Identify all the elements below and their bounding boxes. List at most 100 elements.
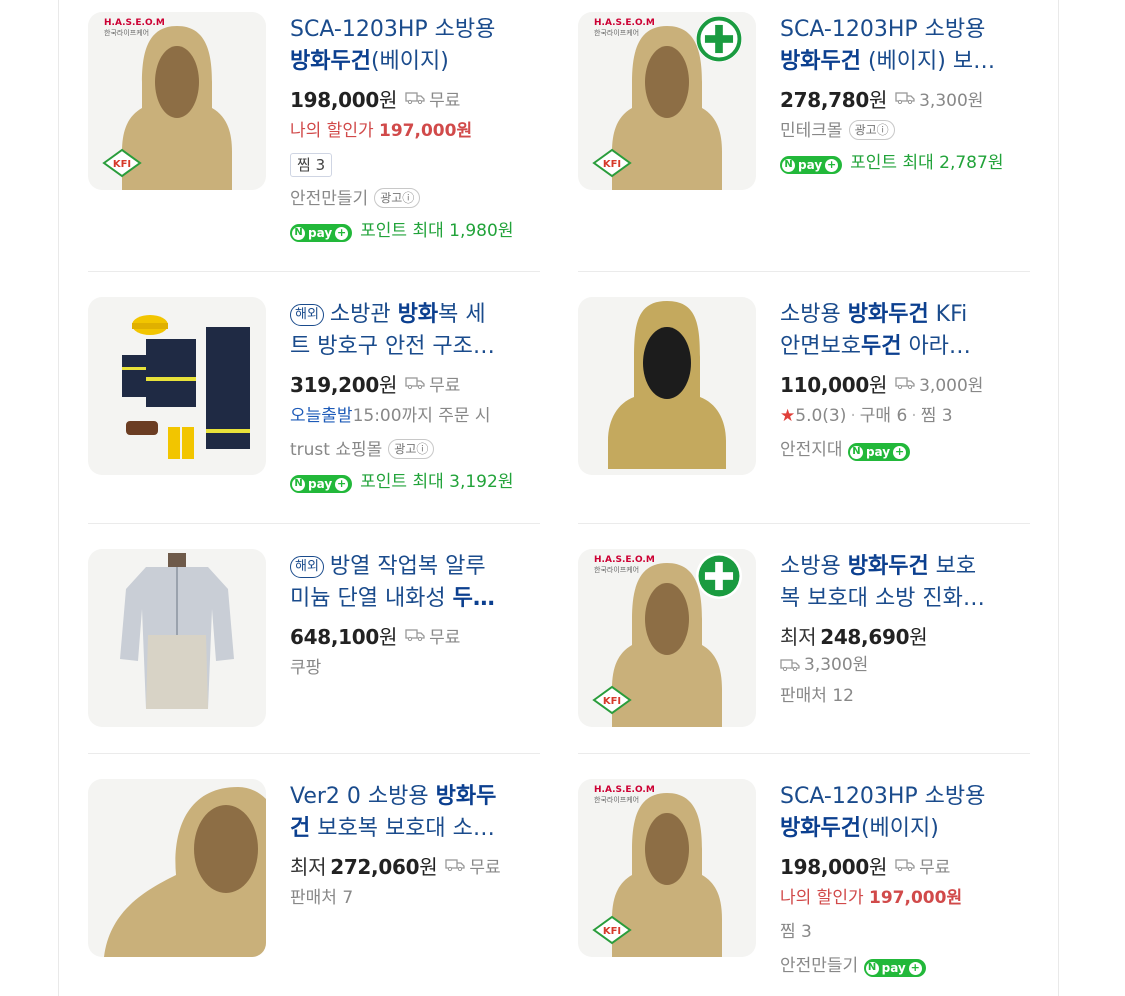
shipping-info: 무료 <box>895 853 950 878</box>
price: 198,000원 <box>780 854 888 879</box>
today-shipping: 오늘출발15:00까지 주문 시 <box>290 406 491 426</box>
npay-badge: Npay + <box>290 224 353 242</box>
product-grid: H.A.S.E.O.M 한국라이프케어 KFI SCA-1203HP 소방용 방화… <box>88 0 1033 996</box>
truck-icon <box>405 629 425 641</box>
price-row: 319,200원 무료 <box>290 367 540 399</box>
product-title-link[interactable]: SCA-1203HP 소방용 방화두건 (베이지) 보… <box>780 14 1030 78</box>
seller-row: 안전지대 Npay + <box>780 433 1030 467</box>
product-thumbnail[interactable] <box>88 297 266 475</box>
product-thumbnail[interactable] <box>578 297 756 475</box>
product-title-link[interactable]: SCA-1203HP 소방용 방화두건(베이지) <box>290 14 540 78</box>
seller-row: 민테크몰 광고ⓘ <box>780 114 1030 148</box>
price-row: 278,780원 3,300원 <box>780 82 1030 114</box>
product-card: H.A.S.E.O.M 한국라이프케어 KFI 소방용 방화두건 보호 복 보호대… <box>578 524 1030 754</box>
price: 최저 248,690원 <box>780 624 928 649</box>
overseas-badge: 해외 <box>290 304 324 326</box>
product-thumbnail[interactable]: H.A.S.E.O.M 한국라이프케어 KFI <box>578 12 756 190</box>
product-card: H.A.S.E.O.M 한국라이프케어 KFI SCA-1203HP 소방용 방화… <box>88 0 540 272</box>
price: 198,000원 <box>290 87 398 112</box>
svg-text:KFI: KFI <box>603 696 621 707</box>
discount-price: 나의 할인가 197,000원 <box>290 121 473 141</box>
product-thumbnail[interactable] <box>88 549 266 727</box>
product-title-link[interactable]: 소방용 방화두건 보호 복 보호대 소방 진화… <box>780 551 1030 615</box>
firefighter-suit-set-image <box>122 315 250 459</box>
npay-badge: Npay + <box>863 959 926 977</box>
npay-badge: Npay + <box>290 475 353 493</box>
right-border <box>1058 0 1059 996</box>
truck-icon <box>895 377 915 389</box>
price: 최저 272,060원 <box>290 854 438 879</box>
truck-icon <box>405 377 425 389</box>
product-card: 소방용 방화두건 KFi 안면보호두건 아라… 110,000원 3,000원 … <box>578 272 1030 524</box>
shipping-info: 3,000원 <box>895 371 983 396</box>
kfi-badge-icon: KFI <box>592 915 632 945</box>
seller-name[interactable]: 안전지대 <box>780 440 843 460</box>
svg-text:KFI: KFI <box>603 159 621 170</box>
ad-badge[interactable]: 광고ⓘ <box>848 120 895 140</box>
product-title-link[interactable]: 해외 방열 작업복 알루 미늄 단열 내화성 두… <box>290 551 540 615</box>
seller-row: 안전만들기 Npay + <box>780 949 1030 983</box>
product-title-link[interactable]: 해외 소방관 방화복 세 트 방호구 안전 구조… <box>290 299 540 363</box>
truck-icon <box>895 92 915 104</box>
overseas-badge: 해외 <box>290 556 324 578</box>
rating-row: ★5.0(3) · 구매 6 · 찜 3 <box>780 406 953 426</box>
shipping-info: 3,300원 <box>780 651 1030 679</box>
product-title-link[interactable]: 소방용 방화두건 KFi 안면보호두건 아라… <box>780 299 1030 363</box>
price-row: 최저 272,060원 무료 <box>290 849 540 881</box>
zzim-count: 찜 3 <box>780 922 812 942</box>
brand-logo: H.A.S.E.O.M 한국라이프케어 <box>594 555 655 574</box>
seller-row: trust 쇼핑몰 광고ⓘ <box>290 433 540 467</box>
kfi-badge-icon: KFI <box>592 148 632 178</box>
price: 278,780원 <box>780 87 888 112</box>
product-title-link[interactable]: Ver2 0 소방용 방화두 건 보호복 보호대 소… <box>290 781 540 845</box>
truck-icon <box>780 659 800 671</box>
product-card: Ver2 0 소방용 방화두 건 보호복 보호대 소… 최저 272,060원 무… <box>88 754 540 996</box>
seller-name[interactable]: 민테크몰 <box>780 121 843 141</box>
product-thumbnail[interactable]: H.A.S.E.O.M 한국라이프케어 KFI <box>578 549 756 727</box>
fire-hood-image <box>608 301 726 469</box>
seller-name[interactable]: 안전만들기 <box>780 956 858 976</box>
brand-logo: H.A.S.E.O.M 한국라이프케어 <box>594 785 655 804</box>
zzim-count[interactable]: 찜 3 <box>290 153 333 177</box>
svg-text:KFI: KFI <box>113 159 131 170</box>
discount-price: 나의 할인가 197,000원 <box>780 888 963 908</box>
product-thumbnail[interactable]: H.A.S.E.O.M 한국라이프케어 KFI <box>578 779 756 957</box>
price-row: 110,000원 3,000원 <box>780 367 1030 399</box>
product-card: H.A.S.E.O.M 한국라이프케어 KFI SCA-1203HP 소방용 방화… <box>578 0 1030 272</box>
seller-name[interactable]: trust 쇼핑몰 <box>290 440 382 460</box>
points-info: 포인트 최대 1,980원 <box>360 221 514 241</box>
kfi-badge-icon: KFI <box>102 148 142 178</box>
truck-icon <box>895 859 915 871</box>
seller-row: 쿠팡 <box>290 651 540 685</box>
price: 648,100원 <box>290 624 398 649</box>
product-card: H.A.S.E.O.M 한국라이프케어 KFI SCA-1203HP 소방용 방화… <box>578 754 1030 996</box>
price: 319,200원 <box>290 372 398 397</box>
product-thumbnail[interactable] <box>88 779 266 957</box>
product-title-link[interactable]: SCA-1203HP 소방용 방화두건(베이지) <box>780 781 1030 845</box>
svg-text:KFI: KFI <box>603 926 621 937</box>
aluminum-suit-image <box>120 553 234 709</box>
brand-logo: H.A.S.E.O.M 한국라이프케어 <box>594 18 655 37</box>
seller-count[interactable]: 판매처 7 <box>290 881 540 915</box>
seller-count[interactable]: 판매처 12 <box>780 679 1030 713</box>
plus-cross-icon <box>696 16 742 62</box>
ad-badge[interactable]: 광고ⓘ <box>374 188 421 208</box>
fire-hood-image <box>104 787 266 957</box>
product-card: 해외 방열 작업복 알루 미늄 단열 내화성 두… 648,100원 무료 쿠팡 <box>88 524 540 754</box>
seller-name[interactable]: 안전만들기 <box>290 189 368 209</box>
shipping-info: 무료 <box>405 623 460 648</box>
shipping-info: 무료 <box>405 86 460 111</box>
product-thumbnail[interactable]: H.A.S.E.O.M 한국라이프케어 KFI <box>88 12 266 190</box>
npay-badge: Npay + <box>780 156 843 174</box>
points-info: 포인트 최대 3,192원 <box>360 472 514 492</box>
star-icon: ★ <box>780 406 796 426</box>
ad-badge[interactable]: 광고ⓘ <box>388 439 435 459</box>
price-row: 198,000원 무료 <box>780 849 1030 881</box>
price-row: 최저 248,690원 <box>780 619 1030 651</box>
truck-icon <box>445 859 465 871</box>
shipping-info: 무료 <box>405 371 460 396</box>
product-card: 해외 소방관 방화복 세 트 방호구 안전 구조… 319,200원 무료 오늘출… <box>88 272 540 524</box>
shipping-info: 무료 <box>445 853 501 878</box>
seller-name[interactable]: 쿠팡 <box>290 658 321 678</box>
price-row: 648,100원 무료 <box>290 619 540 651</box>
